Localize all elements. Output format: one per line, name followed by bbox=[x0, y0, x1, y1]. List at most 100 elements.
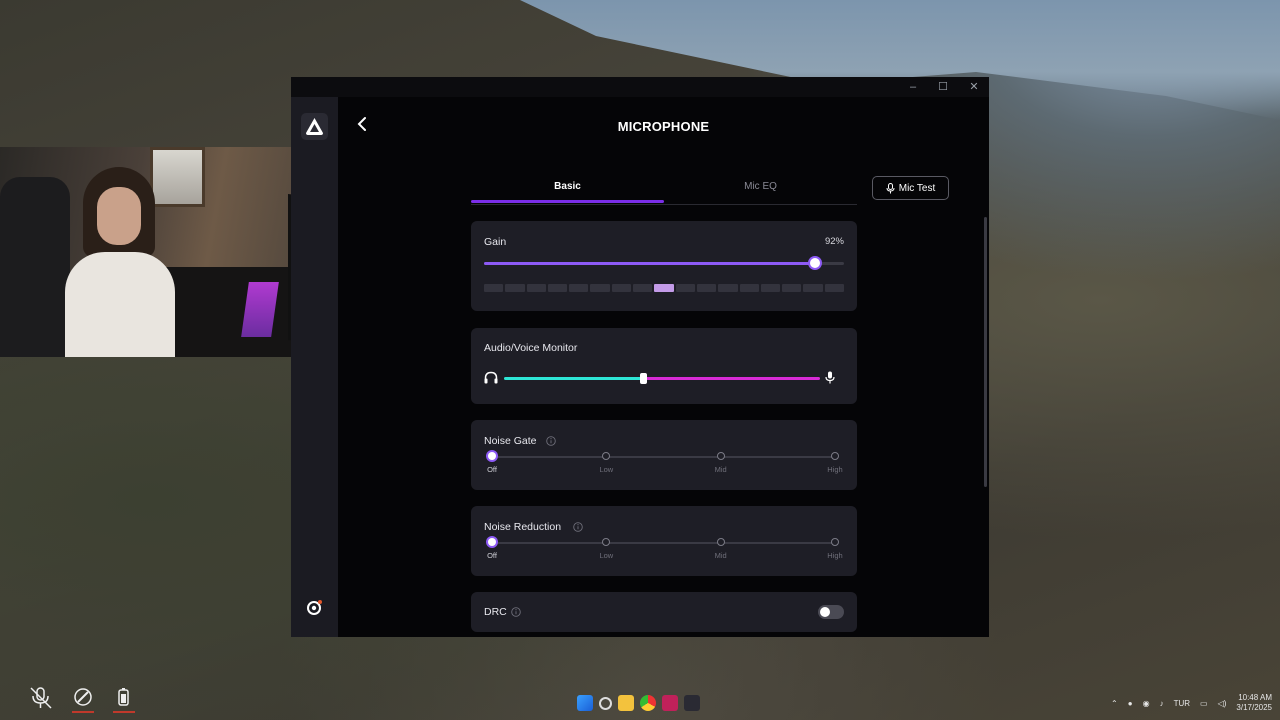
monitor-card: Audio/Voice Monitor bbox=[471, 328, 857, 404]
noise-reduction-label: Noise Reduction bbox=[484, 521, 562, 533]
microphone-icon bbox=[825, 371, 835, 384]
gain-value: 92% bbox=[824, 236, 844, 247]
step-label-off: Off bbox=[487, 465, 497, 474]
language-indicator[interactable]: TUR bbox=[1174, 699, 1190, 708]
noise-gate-selector[interactable]: Off Low Mid High bbox=[487, 452, 843, 476]
taskbar-apps bbox=[577, 695, 700, 713]
step-option-low[interactable] bbox=[602, 452, 611, 460]
tab-active-indicator bbox=[471, 200, 664, 203]
gain-label: Gain bbox=[484, 236, 507, 248]
gain-slider-fill bbox=[484, 262, 816, 265]
noise-gate-track bbox=[492, 456, 835, 458]
sidebar bbox=[291, 97, 338, 637]
noise-gate-card: Noise Gate Off Low Mid High bbox=[471, 420, 857, 490]
minimize-button[interactable]: – bbox=[906, 80, 920, 94]
volume-icon[interactable]: ◁) bbox=[1218, 699, 1227, 708]
step-label-mid: Mid bbox=[714, 551, 727, 560]
windows-start-icon[interactable] bbox=[577, 695, 593, 711]
info-icon[interactable] bbox=[573, 522, 583, 532]
meter-segment bbox=[824, 284, 845, 292]
meter-segment bbox=[526, 284, 546, 292]
file-explorer-icon[interactable] bbox=[618, 695, 634, 711]
meter-segment bbox=[569, 284, 589, 292]
mic-test-button[interactable]: Mic Test bbox=[872, 176, 949, 200]
microphone-icon[interactable]: ♪ bbox=[1160, 699, 1164, 708]
step-label-low: Low bbox=[599, 551, 614, 560]
steam-icon[interactable]: ● bbox=[1128, 699, 1133, 708]
step-option-mid[interactable] bbox=[716, 452, 725, 460]
step-label-mid: Mid bbox=[714, 465, 727, 474]
meter-segment bbox=[718, 284, 738, 292]
meter-segment bbox=[547, 284, 568, 292]
step-option-mid[interactable] bbox=[716, 538, 725, 546]
step-label-off: Off bbox=[487, 551, 497, 560]
clock[interactable]: 10:48 AM 3/17/2025 bbox=[1236, 693, 1272, 713]
noise-reduction-selector[interactable]: Off Low Mid High bbox=[487, 538, 843, 562]
hud-wrench-icon bbox=[68, 685, 98, 713]
meter-segment bbox=[696, 284, 717, 292]
chrome-icon[interactable] bbox=[640, 695, 656, 711]
gain-card: Gain 92% bbox=[471, 221, 857, 311]
meter-segment bbox=[803, 284, 823, 292]
meter-segment bbox=[611, 284, 632, 292]
meter-segment bbox=[739, 284, 759, 292]
discord-icon[interactable]: ◉ bbox=[1143, 699, 1150, 708]
app-logo-icon[interactable] bbox=[684, 695, 700, 711]
info-icon[interactable] bbox=[546, 436, 556, 446]
maximize-button[interactable]: ☐ bbox=[936, 80, 950, 94]
drc-toggle-knob bbox=[820, 607, 830, 617]
mic-test-label: Mic Test bbox=[898, 182, 936, 194]
gain-level-meter bbox=[484, 284, 845, 292]
hud-muted-mic-icon bbox=[26, 685, 56, 711]
monitor-label: Audio/Voice Monitor bbox=[484, 342, 578, 354]
step-option-high[interactable] bbox=[831, 452, 839, 460]
meter-segment bbox=[505, 284, 525, 292]
meter-segment bbox=[590, 284, 610, 292]
clock-date: 3/17/2025 bbox=[1236, 703, 1272, 712]
drc-card: DRC bbox=[471, 592, 857, 632]
webcam-chair bbox=[0, 177, 70, 357]
monitor-icon[interactable]: ▭ bbox=[1200, 699, 1208, 708]
app-a-icon[interactable] bbox=[662, 695, 678, 711]
step-option-high[interactable] bbox=[831, 538, 839, 546]
webcam-person bbox=[65, 167, 175, 357]
noise-gate-label: Noise Gate bbox=[484, 435, 537, 447]
scrollbar[interactable] bbox=[984, 217, 987, 487]
meter-segment bbox=[654, 284, 674, 292]
search-icon[interactable] bbox=[599, 697, 612, 710]
meter-segment bbox=[675, 284, 695, 292]
drc-label: DRC bbox=[484, 606, 507, 618]
gain-slider-thumb[interactable] bbox=[810, 258, 821, 268]
step-label-high: High bbox=[827, 551, 843, 560]
step-option-off[interactable] bbox=[488, 538, 496, 546]
tab-mic-eq[interactable]: Mic EQ bbox=[664, 176, 857, 203]
clock-time: 10:48 AM bbox=[1238, 693, 1272, 702]
app-window: – ☐ ✕ MICROPHONE Basic Mic EQ Mic Test G… bbox=[291, 77, 989, 637]
hud-battery-icon bbox=[109, 685, 139, 713]
app-logo-icon[interactable] bbox=[301, 113, 328, 140]
step-option-off[interactable] bbox=[488, 452, 496, 460]
meter-segment bbox=[760, 284, 781, 292]
meter-segment bbox=[484, 284, 504, 292]
close-button[interactable]: ✕ bbox=[967, 80, 981, 94]
step-label-low: Low bbox=[599, 465, 614, 474]
tab-basic[interactable]: Basic bbox=[471, 176, 664, 203]
gain-slider[interactable] bbox=[484, 258, 844, 268]
system-tray: ⌃ ● ◉ ♪ TUR ▭ ◁) 10:48 AM 3/17/2025 bbox=[1111, 690, 1272, 716]
monitor-mix-thumb[interactable] bbox=[640, 373, 648, 384]
page-title: MICROPHONE bbox=[617, 119, 710, 134]
tab-bar: Basic Mic EQ bbox=[471, 176, 857, 205]
step-label-high: High bbox=[827, 465, 843, 474]
gear-icon[interactable] bbox=[305, 599, 323, 617]
noise-reduction-track bbox=[492, 542, 835, 544]
meter-segment bbox=[782, 284, 802, 292]
meter-segment bbox=[633, 284, 653, 292]
noise-reduction-card: Noise Reduction Off Low Mid High bbox=[471, 506, 857, 576]
chevron-up-icon[interactable]: ⌃ bbox=[1111, 699, 1118, 708]
monitor-mix-slider[interactable] bbox=[504, 373, 820, 384]
headphones-icon bbox=[484, 371, 498, 384]
drc-toggle[interactable] bbox=[818, 605, 844, 619]
info-icon[interactable] bbox=[511, 607, 521, 617]
step-option-low[interactable] bbox=[602, 538, 611, 546]
microphone-icon bbox=[886, 182, 895, 193]
